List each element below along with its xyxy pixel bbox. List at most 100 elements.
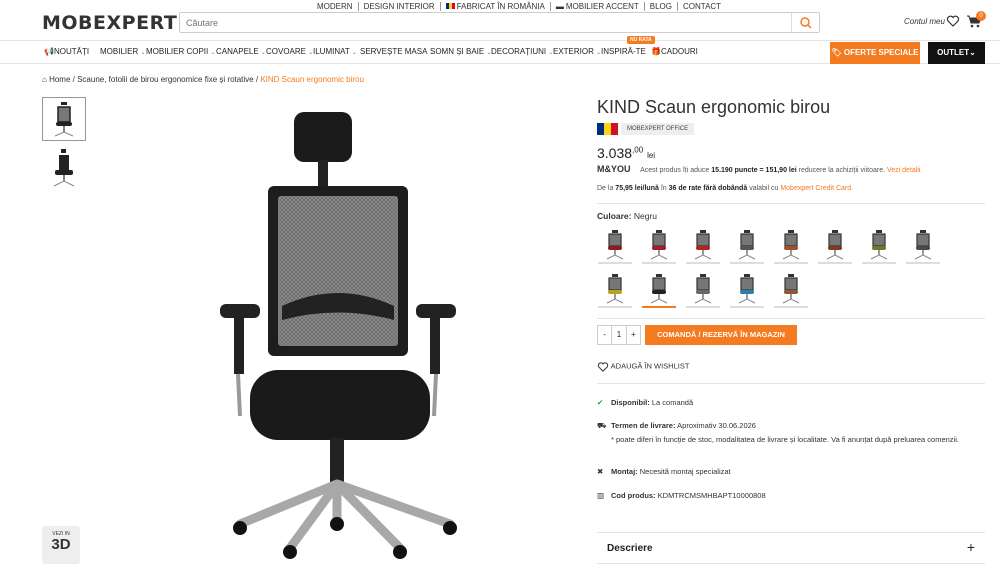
product-code: ▥ Cod produs: KDMTRCMSMHBAPT10000808 (597, 491, 766, 500)
credit-card-link[interactable]: Mobexpert Credit Card. (780, 185, 853, 192)
chair-swatch-image (606, 274, 624, 304)
sofa-icon: ▬ (555, 2, 564, 11)
divider (597, 203, 985, 204)
color-swatch[interactable] (906, 228, 940, 264)
loyalty-info: M&YOU Acest produs îți aduce 15.190 punc… (597, 164, 923, 174)
tag-icon: 🏷 (831, 48, 842, 57)
chair-swatch-image (694, 230, 712, 260)
top-link-contact[interactable]: CONTACT (678, 2, 726, 11)
qty-plus-button[interactable]: + (627, 326, 640, 344)
nav-canapele[interactable]: CANAPELE ⌄ (216, 47, 266, 56)
cart-count-badge: 0 (976, 11, 986, 21)
breadcrumb: ⌂ Home / Scaune, fotolii de birou ergono… (42, 75, 364, 84)
color-swatch[interactable] (818, 228, 852, 264)
top-link-blog[interactable]: BLOG (645, 2, 678, 11)
nav-inspira-te[interactable]: INSPIRĂ-TE (601, 47, 646, 56)
nav-noutati[interactable]: 📢NOUTĂȚI (44, 47, 89, 56)
top-link-design[interactable]: DESIGN INTERIOR (359, 2, 441, 11)
divider (597, 318, 985, 319)
price-currency: lei (647, 151, 656, 160)
color-swatch[interactable] (774, 228, 808, 264)
search-button[interactable] (791, 13, 819, 32)
chair-swatch-image (914, 230, 932, 260)
nav-exterior[interactable]: EXTERIOR ⌄ (553, 47, 601, 56)
description-title: Descriere (607, 543, 653, 554)
installments-info: De la 75,95 lei/lună în 36 de rate fără … (597, 185, 854, 192)
color-label: Culoare: Negru (597, 211, 658, 221)
breadcrumb-current: KIND Scaun ergonomic birou (260, 75, 364, 84)
special-offers-button[interactable]: 🏷 OFERTE SPECIALE (830, 42, 920, 64)
order-button[interactable]: COMANDĂ / REZERVĂ ÎN MAGAZIN (645, 325, 797, 345)
chair-thumbnail-front (54, 102, 74, 137)
view-3d-button[interactable]: VEZI IN 3D (42, 526, 80, 564)
outlet-button[interactable]: OUTLET⌄ (928, 42, 985, 64)
gift-icon: 🎁 (651, 47, 661, 56)
color-swatch[interactable] (686, 228, 720, 264)
color-swatch[interactable] (862, 228, 896, 264)
chair-swatch-image (738, 230, 756, 260)
price-main: 3.038 (597, 145, 633, 161)
breadcrumb-home[interactable]: Home (49, 75, 70, 84)
delivery-note: * poate diferi în funcție de stoc, modal… (611, 435, 959, 444)
barcode-icon: ▥ (597, 491, 605, 500)
selected-color: Negru (633, 211, 658, 221)
color-swatch[interactable] (686, 272, 720, 308)
nav-mobilier-copii[interactable]: MOBILIER COPII ⌄ (146, 47, 216, 56)
qty-minus-button[interactable]: - (598, 326, 611, 344)
search-box (179, 12, 820, 33)
top-link-accent[interactable]: ▬ MOBILIER ACCENT (551, 2, 645, 11)
logo[interactable]: MOBEXPERT (42, 12, 177, 34)
header: MOBEXPERT MODERN DESIGN INTERIOR FABRICA… (0, 0, 1000, 40)
chair-swatch-image (782, 230, 800, 260)
color-swatch[interactable] (730, 272, 764, 308)
price: 3.038,00 lei (597, 145, 655, 161)
top-link-romania[interactable]: FABRICAT ÎN ROMÂNIA (441, 2, 551, 11)
romania-flag-icon (597, 123, 618, 135)
description-accordion[interactable]: Descriere + (597, 532, 985, 564)
nav-covoare[interactable]: COVOARE ⌄ (266, 47, 313, 56)
nav-serveste-masa[interactable]: SERVEȘTE MASA ⌄ (360, 47, 434, 56)
search-icon (800, 17, 812, 29)
loyalty-details-link[interactable]: Vezi detalii. (887, 167, 922, 174)
add-to-wishlist-button[interactable]: ADAUGĂ ÎN WISHLIST (597, 361, 689, 372)
color-swatch[interactable] (774, 272, 808, 308)
thumbnail-1[interactable] (42, 97, 86, 141)
nav-cadouri[interactable]: 🎁CADOURI (651, 47, 698, 56)
chair-swatch-image (650, 230, 668, 260)
chair-swatch-image (694, 274, 712, 304)
color-swatch[interactable] (642, 228, 676, 264)
check-icon: ✔ (597, 398, 604, 407)
romania-flag-icon (445, 3, 455, 9)
main-nav: 📢NOUTĂȚI MOBILIER ⌄ MOBILIER COPII ⌄ CAN… (0, 36, 1000, 64)
delivery: ⛟ Termen de livrare: Aproximativ 30.06.20… (597, 421, 985, 445)
top-link-modern[interactable]: MODERN (312, 2, 359, 11)
brand-label: MOBEXPERT OFFICE (621, 123, 695, 135)
assembly: ✖ Montaj: Necesită montaj specializat (597, 467, 731, 476)
color-swatch[interactable] (730, 228, 764, 264)
chair-thumbnail-side (53, 149, 75, 187)
price-decimals: ,00 (632, 145, 644, 155)
divider (597, 383, 985, 384)
breadcrumb-category[interactable]: Scaune, fotolii de birou ergonomice fixe… (77, 75, 254, 84)
nav-somn-baie[interactable]: SOMN ȘI BAIE ⌄ (430, 47, 492, 56)
availability: ✔ Disponibil: La comandă (597, 398, 694, 407)
account-link[interactable]: Contul meu (904, 17, 945, 26)
color-swatch[interactable] (642, 272, 676, 308)
heart-icon[interactable] (946, 14, 960, 28)
tools-icon: ✖ (597, 467, 604, 476)
truck-icon: ⛟ (597, 421, 607, 430)
thumbnail-2[interactable] (42, 146, 86, 190)
search-input[interactable] (186, 16, 786, 29)
megaphone-icon: 📢 (44, 47, 54, 56)
nav-mobilier[interactable]: MOBILIER ⌄ (100, 47, 146, 56)
heart-icon (597, 362, 609, 372)
chair-swatch-image (650, 274, 668, 304)
color-swatch[interactable] (598, 272, 632, 308)
qty-input[interactable]: 1 (611, 326, 627, 344)
nav-iluminat[interactable]: ILUMINAT ⌄ (313, 47, 357, 56)
top-links: MODERN DESIGN INTERIOR FABRICAT ÎN ROMÂN… (312, 2, 726, 11)
color-swatch[interactable] (598, 228, 632, 264)
product-main-image[interactable] (210, 100, 480, 560)
nav-decoratiuni[interactable]: DECORAȚIUNI ⌄ (491, 47, 553, 56)
home-icon: ⌂ (42, 75, 47, 84)
